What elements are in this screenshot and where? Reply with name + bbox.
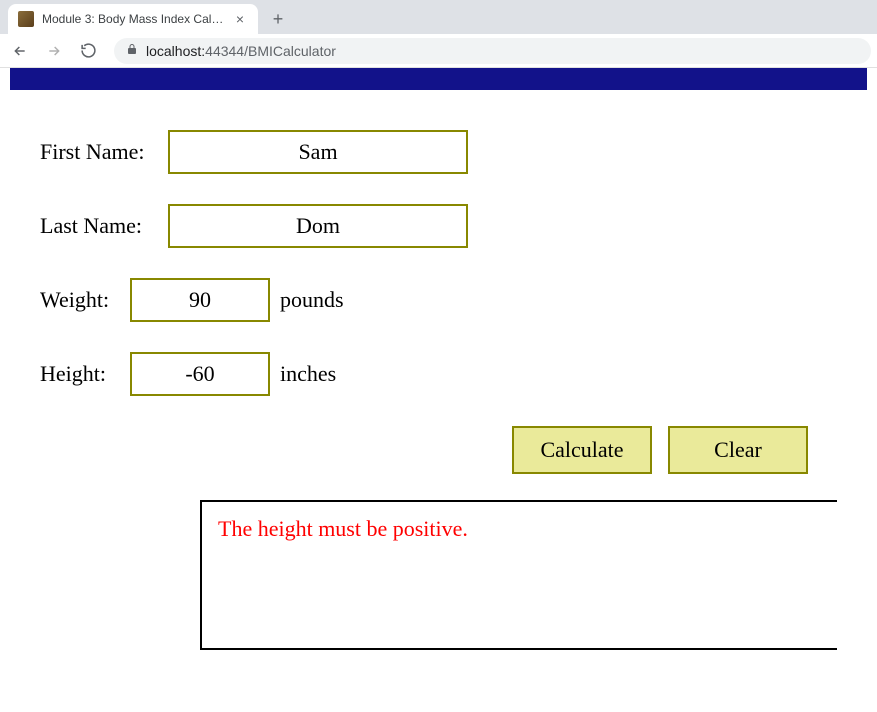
last-name-input[interactable] [168, 204, 468, 248]
forward-button[interactable] [40, 37, 68, 65]
header-bar [10, 68, 867, 90]
clear-button[interactable]: Clear [668, 426, 808, 474]
url-host: localhost: [146, 43, 205, 59]
height-unit: inches [280, 361, 336, 387]
arrow-left-icon [12, 43, 28, 59]
reload-button[interactable] [74, 37, 102, 65]
new-tab-button[interactable]: + [264, 5, 292, 33]
label-height: Height: [40, 361, 130, 387]
row-first-name: First Name: [40, 130, 837, 174]
close-tab-icon[interactable]: × [232, 11, 248, 27]
bmi-form: First Name: Last Name: Weight: pounds He… [0, 90, 877, 650]
back-button[interactable] [6, 37, 34, 65]
browser-toolbar: localhost:44344/BMICalculator [0, 34, 877, 68]
url-text: localhost:44344/BMICalculator [146, 43, 336, 59]
height-input[interactable] [130, 352, 270, 396]
calculate-button[interactable]: Calculate [512, 426, 652, 474]
row-height: Height: inches [40, 352, 837, 396]
weight-unit: pounds [280, 287, 344, 313]
result-box: The height must be positive. [200, 500, 837, 650]
row-last-name: Last Name: [40, 204, 837, 248]
reload-icon [80, 42, 97, 59]
tab-title: Module 3: Body Mass Index Calcu [42, 12, 224, 26]
weight-input[interactable] [130, 278, 270, 322]
label-last-name: Last Name: [40, 213, 168, 239]
label-weight: Weight: [40, 287, 130, 313]
page-content: First Name: Last Name: Weight: pounds He… [0, 68, 877, 650]
browser-chrome: Module 3: Body Mass Index Calcu × + loca… [0, 0, 877, 68]
first-name-input[interactable] [168, 130, 468, 174]
button-row: Calculate Clear [40, 426, 837, 474]
tab-bar: Module 3: Body Mass Index Calcu × + [0, 0, 877, 34]
label-first-name: First Name: [40, 139, 168, 165]
lock-icon [126, 43, 138, 58]
url-port: 44344 [205, 43, 244, 59]
address-bar[interactable]: localhost:44344/BMICalculator [114, 38, 871, 64]
result-message: The height must be positive. [218, 516, 468, 541]
row-weight: Weight: pounds [40, 278, 837, 322]
arrow-right-icon [46, 43, 62, 59]
favicon-icon [18, 11, 34, 27]
url-path: /BMICalculator [244, 43, 336, 59]
browser-tab[interactable]: Module 3: Body Mass Index Calcu × [8, 4, 258, 34]
